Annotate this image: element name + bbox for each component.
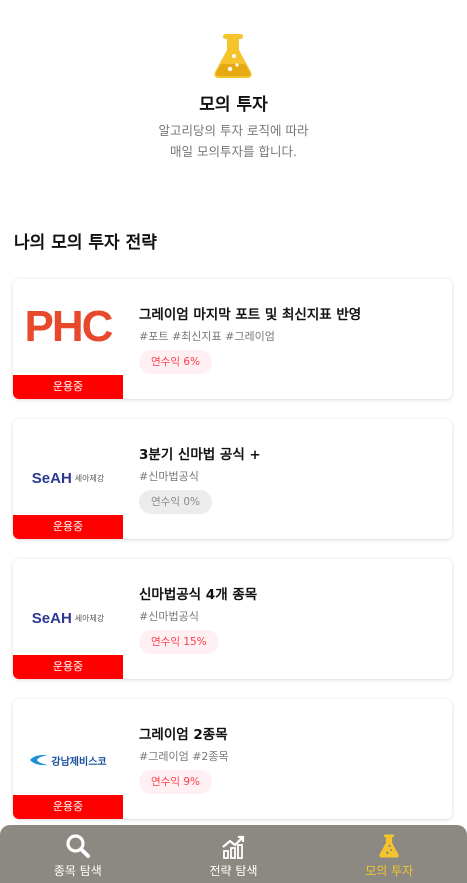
status-badge: 운용중 bbox=[13, 515, 123, 539]
strategy-tags: #포트 #최신지표 #그레이엄 bbox=[139, 330, 275, 343]
strategy-title: 3분기 신마법 공식 + bbox=[139, 447, 261, 463]
strategy-thumbnail: 강남제비스코 운용중 bbox=[13, 699, 123, 819]
status-badge: 운용중 bbox=[13, 655, 123, 679]
company-logo: 강남제비스코 bbox=[13, 699, 123, 795]
logo-text: 강남제비스코 bbox=[51, 756, 107, 768]
tab-stock-search[interactable]: 종목 탐색 bbox=[0, 825, 156, 883]
logo-subtext: 세아제강 bbox=[74, 613, 105, 623]
return-badge: 연수익 9% bbox=[139, 770, 212, 794]
chart-icon bbox=[221, 835, 244, 859]
company-logo: PHC bbox=[13, 279, 123, 375]
logo-text: PHC bbox=[24, 302, 114, 351]
logo-subtext: 세아제강 bbox=[74, 473, 105, 483]
flask-icon bbox=[379, 834, 399, 858]
return-badge: 연수익 15% bbox=[139, 630, 219, 654]
tab-label: 모의 투자 bbox=[365, 864, 414, 878]
status-badge: 운용중 bbox=[13, 375, 123, 399]
strategy-card[interactable]: SeAH 세아제강 운용중 신마법공식 4개 종목 #신마법공식 연수익 15% bbox=[13, 559, 452, 679]
logo-text: SeAH bbox=[31, 609, 72, 627]
bottom-tab-bar: 종목 탐색 전략 탐색 모의 투자 bbox=[0, 825, 467, 883]
strategy-card[interactable]: PHC 운용중 그레이엄 마지막 포트 및 최신지표 반영 #포트 #최신지표 … bbox=[13, 279, 452, 399]
description-line-2: 매일 모의투자를 합니다. bbox=[170, 144, 297, 159]
strategy-thumbnail: SeAH 세아제강 운용중 bbox=[13, 419, 123, 539]
page-title: 모의 투자 bbox=[199, 95, 268, 115]
page-description: 알고리당의 투자 로직에 따라 매일 모의투자를 합니다. bbox=[0, 120, 467, 162]
strategy-card[interactable]: SeAH 세아제강 운용중 3분기 신마법 공식 + #신마법공식 연수익 0% bbox=[13, 419, 452, 539]
swoosh-icon bbox=[30, 754, 49, 766]
status-badge: 운용중 bbox=[13, 795, 123, 819]
search-icon bbox=[66, 834, 90, 858]
strategy-thumbnail: SeAH 세아제강 운용중 bbox=[13, 559, 123, 679]
strategy-thumbnail: PHC 운용중 bbox=[13, 279, 123, 399]
strategy-tags: #신마법공식 bbox=[139, 610, 199, 623]
strategy-tags: #신마법공식 bbox=[139, 470, 199, 483]
tab-strategy-search[interactable]: 전략 탐색 bbox=[156, 825, 312, 883]
strategy-tags: #그레이엄 #2종목 bbox=[139, 750, 229, 763]
section-title: 나의 모의 투자 전략 bbox=[14, 233, 157, 253]
strategy-card[interactable]: 강남제비스코 운용중 그레이엄 2종목 #그레이엄 #2종목 연수익 9% bbox=[13, 699, 452, 819]
strategy-title: 그레이엄 2종목 bbox=[139, 727, 228, 743]
tab-label: 종목 탐색 bbox=[53, 864, 102, 878]
company-logo: SeAH 세아제강 bbox=[13, 419, 123, 515]
tab-label: 전략 탐색 bbox=[209, 864, 258, 878]
return-badge: 연수익 6% bbox=[139, 350, 212, 374]
company-logo: SeAH 세아제강 bbox=[13, 559, 123, 655]
flask-icon bbox=[214, 34, 252, 78]
strategy-title: 그레이엄 마지막 포트 및 최신지표 반영 bbox=[139, 307, 362, 323]
hero-section: 모의 투자 알고리당의 투자 로직에 따라 매일 모의투자를 합니다. bbox=[0, 0, 467, 180]
logo-text: SeAH bbox=[31, 469, 72, 487]
return-badge: 연수익 0% bbox=[139, 490, 212, 514]
description-line-1: 알고리당의 투자 로직에 따라 bbox=[158, 123, 309, 138]
strategy-title: 신마법공식 4개 종목 bbox=[139, 587, 258, 603]
tab-mock-investment[interactable]: 모의 투자 bbox=[311, 825, 467, 883]
